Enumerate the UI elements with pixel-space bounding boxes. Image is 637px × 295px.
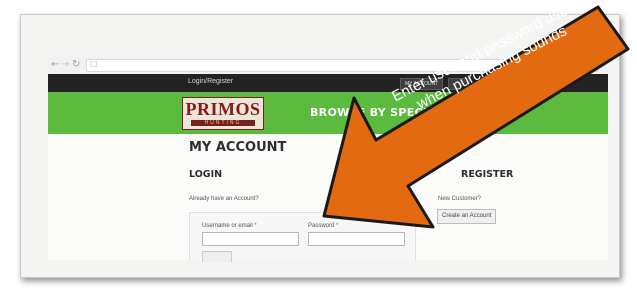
arrow-shape — [322, 5, 630, 229]
